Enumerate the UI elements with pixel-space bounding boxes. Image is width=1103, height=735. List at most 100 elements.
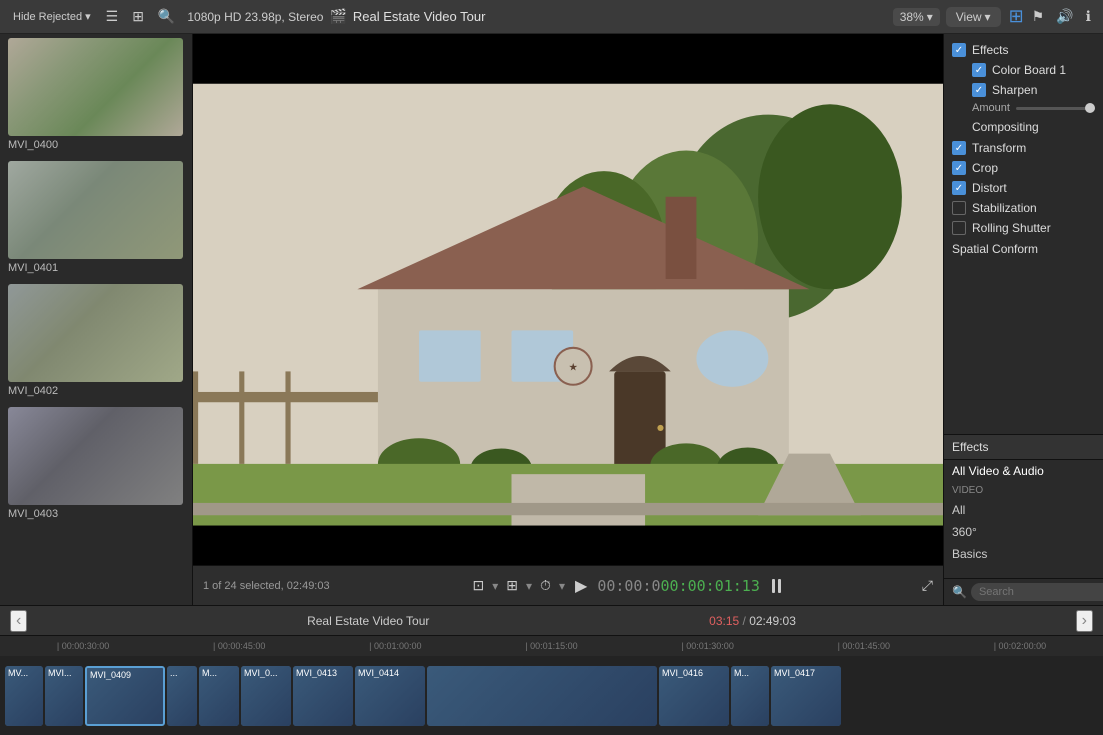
zoom-level-button[interactable]: 38% ▾ — [893, 8, 940, 26]
search-button[interactable]: 🔍 — [154, 6, 179, 27]
timeline-clip[interactable]: MV... — [5, 666, 43, 726]
search-input[interactable] — [971, 583, 1103, 601]
fit-controls: ⊡ ▾ ⊞ ▾ ⏱ ▾ — [469, 575, 565, 596]
rolling-shutter-checkbox[interactable] — [952, 221, 966, 235]
timeline-ruler: | 00:00:30:00 | 00:00:45:00 | 00:01:00:0… — [0, 636, 1103, 656]
inspector-crop-row[interactable]: ✓ Crop — [944, 158, 1103, 178]
amount-row: Amount — [944, 100, 1103, 116]
effects-category-basics[interactable]: Basics — [944, 543, 1103, 565]
clip-thumbnail: MVI... — [45, 666, 83, 726]
timeline-clip[interactable]: MVI_0414 — [355, 666, 425, 726]
timeline-clip[interactable]: MVI_0413 — [293, 666, 353, 726]
right-panel: ✓ Effects ✓ Color Board 1 ✓ Sharpen Amou… — [943, 34, 1103, 605]
fullscreen-button[interactable]: ⤢ — [922, 577, 933, 594]
playback-controls: 1 of 24 selected, 02:49:03 ⊡ ▾ ⊞ ▾ ⏱ ▾ ▶… — [193, 565, 943, 605]
clip-label: M... — [202, 668, 217, 678]
transform-button[interactable]: ⊞ — [502, 575, 522, 596]
effects-browser-header: Effects — [944, 435, 1103, 460]
crop-checkbox[interactable]: ✓ — [952, 161, 966, 175]
fit-button[interactable]: ⊡ — [469, 575, 489, 596]
effects-label: Effects — [972, 43, 1008, 57]
clip-thumbnail: MVI_0416 — [659, 666, 729, 726]
list-item[interactable]: MVI_0401 — [0, 157, 192, 280]
clip-name: MVI_0400 — [8, 139, 184, 151]
transform-label: Transform — [972, 141, 1026, 155]
timeline-clip[interactable]: MVI_0416 — [659, 666, 729, 726]
clip-thumbnail: ... — [167, 666, 197, 726]
inspector-effects-row[interactable]: ✓ Effects — [944, 40, 1103, 60]
effects-category-all-video-audio[interactable]: All Video & Audio — [944, 460, 1103, 482]
effects-checkbox[interactable]: ✓ — [952, 43, 966, 57]
pause-bar-right — [778, 579, 781, 593]
flag-icon[interactable]: ⚑ — [1028, 6, 1049, 27]
colorboard-label: Color Board 1 — [992, 63, 1066, 77]
transform-checkbox[interactable]: ✓ — [952, 141, 966, 155]
clip-browser: MVI_0400 MVI_0401 MVI_0402 MVI_0403 — [0, 34, 193, 605]
effects-video-header: VIDEO — [944, 482, 1103, 499]
inspector-distort-row[interactable]: ✓ Distort — [944, 178, 1103, 198]
playback-center: ⊡ ▾ ⊞ ▾ ⏱ ▾ ▶ 00:00:000:00:01:13 — [469, 575, 783, 596]
sharpen-label: Sharpen — [992, 83, 1037, 97]
list-view-button[interactable]: ☰ — [102, 6, 123, 27]
distort-checkbox[interactable]: ✓ — [952, 181, 966, 195]
main-area: MVI_0400 MVI_0401 MVI_0402 MVI_0403 — [0, 34, 1103, 605]
clip-thumbnail: MVI_0413 — [293, 666, 353, 726]
clip-label: ... — [170, 668, 178, 678]
timeline-prev-button[interactable]: ‹ — [10, 610, 27, 632]
chevron-down-icon: ▾ — [85, 10, 91, 23]
ruler-mark: | 00:00:45:00 — [161, 641, 317, 651]
stabilization-checkbox[interactable] — [952, 201, 966, 215]
filmstrip-view-button[interactable]: ⊞ — [128, 6, 148, 27]
speed-chevron-icon: ▾ — [559, 579, 565, 593]
list-item[interactable]: MVI_0402 — [0, 280, 192, 403]
timeline-clip[interactable]: MVI... — [45, 666, 83, 726]
clip-label: MVI_0409 — [90, 670, 131, 680]
timeline-clip[interactable]: ... — [167, 666, 197, 726]
inspector-transform-row[interactable]: ✓ Transform — [944, 138, 1103, 158]
pause-button[interactable] — [770, 577, 783, 595]
clip-thumbnail: MVI_0409 — [87, 668, 163, 724]
view-button[interactable]: View ▾ — [946, 7, 1001, 27]
list-item[interactable]: MVI_0400 — [0, 34, 192, 157]
play-button[interactable]: ▶ — [575, 576, 587, 596]
timeline-total-time: 02:49:03 — [749, 614, 796, 628]
timeline-clip[interactable]: MVI_0409 — [85, 666, 165, 726]
list-item[interactable]: MVI_0403 — [0, 403, 192, 526]
colorboard-checkbox[interactable]: ✓ — [972, 63, 986, 77]
amount-slider[interactable] — [1016, 107, 1095, 110]
inspector-stabilization-row[interactable]: Stabilization — [944, 198, 1103, 218]
filmstrip-icon: 🎬 — [329, 8, 346, 25]
inspector-sharpen-row[interactable]: ✓ Sharpen — [944, 80, 1103, 100]
effects-category-360[interactable]: 360° — [944, 521, 1103, 543]
timeline-clip[interactable] — [427, 666, 657, 726]
timeline-clip[interactable]: MVI_0417 — [771, 666, 841, 726]
effects-search-bar: 🔍 — [944, 578, 1103, 605]
format-label: 1080p HD 23.98p, Stereo — [187, 10, 323, 24]
info-icon[interactable]: ℹ — [1082, 6, 1095, 27]
effects-category-all[interactable]: All — [944, 499, 1103, 521]
audio-icon[interactable]: 🔊 — [1052, 6, 1077, 27]
hide-rejected-label: Hide Rejected — [13, 11, 82, 23]
hide-rejected-button[interactable]: Hide Rejected ▾ — [8, 8, 96, 25]
timeline-current: 03:15 / 02:49:03 — [709, 614, 796, 628]
toolbar-center: 1080p HD 23.98p, Stereo 🎬 Real Estate Vi… — [187, 7, 1000, 27]
sharpen-checkbox[interactable]: ✓ — [972, 83, 986, 97]
spatial-conform-label: Spatial Conform — [952, 242, 1038, 256]
inspector-rolling-shutter-row[interactable]: Rolling Shutter — [944, 218, 1103, 238]
timeline-clip[interactable]: MVI_0... — [241, 666, 291, 726]
pause-bar-left — [772, 579, 775, 593]
effects-categories: All Video & Audio VIDEO All 360° Basics — [944, 460, 1103, 578]
inspector-colorboard-row[interactable]: ✓ Color Board 1 — [944, 60, 1103, 80]
timeline-next-button[interactable]: › — [1076, 610, 1093, 632]
ruler-marks: | 00:00:30:00 | 00:00:45:00 | 00:01:00:0… — [5, 636, 1098, 656]
zoom-chevron-icon: ▾ — [927, 10, 933, 24]
speed-button[interactable]: ⏱ — [536, 575, 555, 596]
fit-chevron-icon: ▾ — [492, 579, 498, 593]
search-icon: 🔍 — [952, 585, 967, 599]
clip-label: MV... — [8, 668, 28, 678]
timeline-clip[interactable]: M... — [199, 666, 239, 726]
clip-thumbnail: MVI_0414 — [355, 666, 425, 726]
preview-video: ★ — [193, 34, 943, 565]
ruler-mark: | 00:01:45:00 — [786, 641, 942, 651]
timeline-clip[interactable]: M... — [731, 666, 769, 726]
